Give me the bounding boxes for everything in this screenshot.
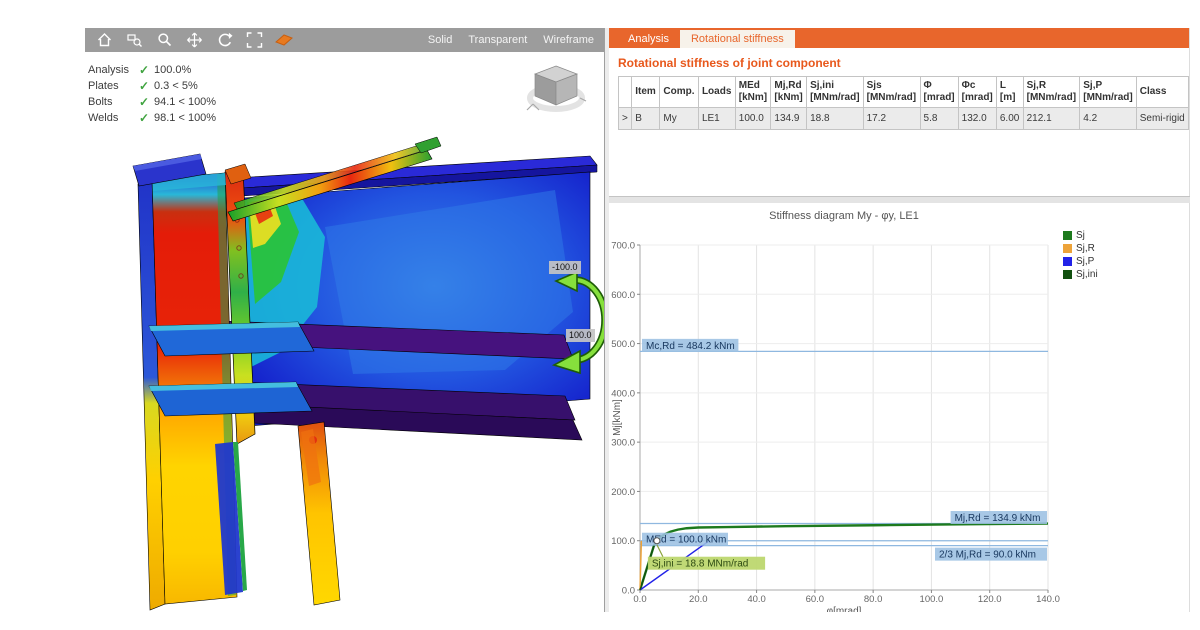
- y-tick-label: 100.0: [611, 536, 635, 547]
- chart-title: Stiffness diagram My - φy, LE1: [769, 210, 919, 222]
- reference-label: 2/3 Mj,Rd = 90.0 kNm: [939, 550, 1036, 561]
- column-header: MEd [kNm]: [734, 76, 772, 108]
- home-icon[interactable]: [93, 30, 115, 50]
- y-tick-label: 700.0: [611, 241, 635, 252]
- moment-value-negative: -100.0: [549, 261, 581, 274]
- x-tick-label: 140.0: [1036, 594, 1060, 605]
- search-icon[interactable]: [153, 30, 175, 50]
- cell: 6.00: [995, 107, 1024, 130]
- y-tick-label: 400.0: [611, 388, 635, 399]
- column-header: Sjs [MNm/rad]: [862, 76, 921, 108]
- cell: 17.2: [862, 107, 921, 130]
- horizontal-splitter[interactable]: [609, 196, 1190, 203]
- legend-label: Sj,R: [1076, 243, 1095, 254]
- column-header: Φ [mrad]: [919, 76, 959, 108]
- cell: 132.0: [957, 107, 997, 130]
- column-header: Sj,ini [MNm/rad]: [806, 76, 864, 108]
- x-tick-label: 120.0: [978, 594, 1002, 605]
- zoom-window-icon[interactable]: [123, 30, 145, 50]
- legend-item: Sj: [1063, 229, 1098, 242]
- y-tick-label: 200.0: [611, 487, 635, 498]
- column-header: L [m]: [995, 76, 1024, 108]
- annotation-callout: [656, 544, 664, 557]
- x-tick-label: 60.0: [806, 594, 825, 605]
- viewport-toolbar: Solid Transparent Wireframe: [85, 28, 604, 52]
- app-window: Solid Transparent Wireframe Analysis ✓ 100.0…: [0, 0, 1200, 630]
- cell: 212.1: [1022, 107, 1081, 130]
- cell: 4.2: [1079, 107, 1137, 130]
- x-axis-label: φ[mrad]: [827, 606, 862, 612]
- column-header: Mj,Rd [kNm]: [770, 76, 808, 108]
- column-header: Class: [1135, 76, 1190, 108]
- legend-item: Sj,P: [1063, 255, 1098, 268]
- legend-label: Sj: [1076, 230, 1085, 241]
- render-mode-solid[interactable]: Solid: [428, 34, 452, 46]
- x-tick-label: 80.0: [864, 594, 883, 605]
- x-tick-label: 20.0: [689, 594, 708, 605]
- y-axis-label: Mj[kNm]: [612, 399, 623, 436]
- column-header: Item: [631, 76, 661, 108]
- legend-swatch: [1063, 270, 1072, 279]
- tab-analysis[interactable]: Analysis: [617, 30, 680, 48]
- stiffness-chart-panel: 0.0 100.0 200.0 300.0 400.0 500.0 600.0 700.0 0.…: [609, 203, 1190, 612]
- reference-label: Mc,Rd = 484.2 kNm: [646, 341, 735, 352]
- x-tick-label: 40.0: [747, 594, 766, 605]
- row-expander[interactable]: >: [617, 107, 633, 130]
- cell: B: [631, 107, 661, 130]
- reference-label: Mj,Rd = 134.9 kNm: [955, 513, 1041, 524]
- y-tick-label: 300.0: [611, 438, 635, 449]
- legend-item: Sj,R: [1063, 242, 1098, 255]
- column-header: Sj,R [MNm/rad]: [1022, 76, 1081, 108]
- column-header: Comp.: [659, 76, 699, 108]
- column-header: Loads: [697, 76, 736, 108]
- legend-swatch: [1063, 231, 1072, 240]
- results-panel: Analysis Rotational stiffness Rotational…: [609, 28, 1190, 196]
- cell: My: [659, 107, 699, 130]
- annotation-label: Sj,ini = 18.8 MNm/rad: [652, 559, 748, 570]
- pan-icon[interactable]: [183, 30, 205, 50]
- legend-item: Sj,ini: [1063, 268, 1098, 281]
- legend-swatch: [1063, 257, 1072, 266]
- column-header: [617, 76, 633, 108]
- table-row[interactable]: > B My LE1 100.0 134.9 18.8 17.2 5.8 132.0 6.00 212…: [617, 107, 1190, 130]
- y-tick-label: 600.0: [611, 290, 635, 301]
- tab-rotational-stiffness[interactable]: Rotational stiffness: [679, 30, 795, 48]
- cell: Semi-rigid: [1135, 107, 1190, 130]
- x-tick-label: 0.0: [633, 594, 646, 605]
- table-title: Rotational stiffness of joint component: [618, 56, 841, 70]
- rotate-icon[interactable]: [213, 30, 235, 50]
- column-header: Sj,P [MNm/rad]: [1079, 76, 1137, 108]
- cell: 5.8: [919, 107, 959, 130]
- cell: 18.8: [806, 107, 864, 130]
- legend-swatch: [1063, 244, 1072, 253]
- chart-legend: Sj Sj,R Sj,P Sj,ini: [1063, 229, 1098, 281]
- fem-joint-model[interactable]: [85, 52, 604, 612]
- column-header: Φc [mrad]: [957, 76, 997, 108]
- moment-value-positive: 100.0: [566, 329, 595, 342]
- legend-label: Sj,ini: [1076, 269, 1098, 280]
- results-tabbar: Analysis Rotational stiffness: [609, 28, 1189, 48]
- y-tick-label: 500.0: [611, 339, 635, 350]
- cell: 134.9: [770, 107, 808, 130]
- design-point-marker: [653, 537, 661, 545]
- render-mode-group: Solid Transparent Wireframe: [428, 34, 594, 46]
- render-mode-transparent[interactable]: Transparent: [468, 34, 527, 46]
- stiffness-table: Item Comp. Loads MEd [kNm] Mj,Rd [kNm] Sj,ini [M…: [617, 76, 1190, 130]
- x-tick-label: 100.0: [920, 594, 944, 605]
- cell: LE1: [697, 107, 736, 130]
- render-mode-wireframe[interactable]: Wireframe: [543, 34, 594, 46]
- viewport-3d[interactable]: Solid Transparent Wireframe Analysis ✓ 100.0…: [85, 28, 609, 612]
- cell: 100.0: [734, 107, 772, 130]
- stiffness-chart: 0.0100.0200.0300.0400.0500.0600.0700.00.…: [611, 241, 1060, 613]
- view-rotation-cube[interactable]: [525, 58, 589, 116]
- legend-label: Sj,P: [1076, 256, 1095, 267]
- solid-view-icon[interactable]: [273, 30, 295, 50]
- fit-view-icon[interactable]: [243, 30, 265, 50]
